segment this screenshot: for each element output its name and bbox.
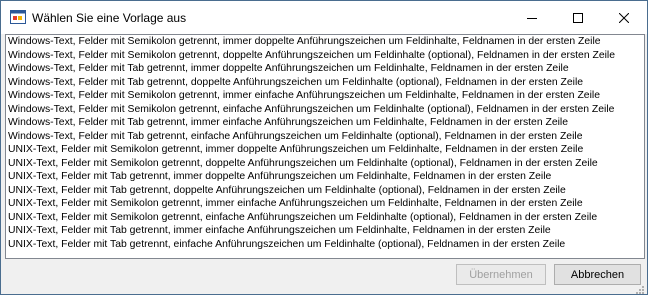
list-item[interactable]: UNIX-Text, Felder mit Tab getrennt, dopp… [6, 184, 644, 198]
list-item[interactable]: Windows-Text, Felder mit Semikolon getre… [6, 35, 644, 49]
template-dialog: Wählen Sie eine Vorlage aus Windows-Text… [0, 0, 648, 295]
list-item[interactable]: UNIX-Text, Felder mit Semikolon getrennt… [6, 211, 644, 225]
list-item[interactable]: Windows-Text, Felder mit Semikolon getre… [6, 89, 644, 103]
list-item[interactable]: UNIX-Text, Felder mit Tab getrennt, imme… [6, 224, 644, 238]
list-item[interactable]: Windows-Text, Felder mit Semikolon getre… [6, 103, 644, 117]
accept-button[interactable]: Übernehmen [456, 264, 546, 285]
minimize-button[interactable] [509, 1, 555, 34]
list-item[interactable]: Windows-Text, Felder mit Tab getrennt, e… [6, 130, 644, 144]
window-app-icon [10, 10, 26, 24]
window-title: Wählen Sie eine Vorlage aus [32, 11, 187, 25]
list-item[interactable]: UNIX-Text, Felder mit Semikolon getrennt… [6, 157, 644, 171]
cancel-button[interactable]: Abbrechen [554, 264, 641, 285]
maximize-icon [573, 12, 583, 23]
maximize-button[interactable] [555, 1, 601, 34]
list-item[interactable]: Windows-Text, Felder mit Tab getrennt, d… [6, 76, 644, 90]
list-item[interactable]: UNIX-Text, Felder mit Tab getrennt, einf… [6, 238, 644, 252]
list-item[interactable]: Windows-Text, Felder mit Tab getrennt, i… [6, 62, 644, 76]
title-bar[interactable]: Wählen Sie eine Vorlage aus [1, 1, 647, 34]
minimize-icon [527, 13, 537, 23]
list-item[interactable]: UNIX-Text, Felder mit Tab getrennt, imme… [6, 170, 644, 184]
list-item[interactable]: UNIX-Text, Felder mit Semikolon getrennt… [6, 143, 644, 157]
template-listbox[interactable]: Windows-Text, Felder mit Semikolon getre… [5, 34, 645, 259]
close-button[interactable] [601, 1, 647, 34]
list-item[interactable]: UNIX-Text, Felder mit Semikolon getrennt… [6, 197, 644, 211]
resize-grip-icon[interactable] [635, 282, 645, 294]
list-item[interactable]: Windows-Text, Felder mit Tab getrennt, i… [6, 116, 644, 130]
close-icon [619, 12, 629, 23]
list-item[interactable]: Windows-Text, Felder mit Semikolon getre… [6, 49, 644, 63]
